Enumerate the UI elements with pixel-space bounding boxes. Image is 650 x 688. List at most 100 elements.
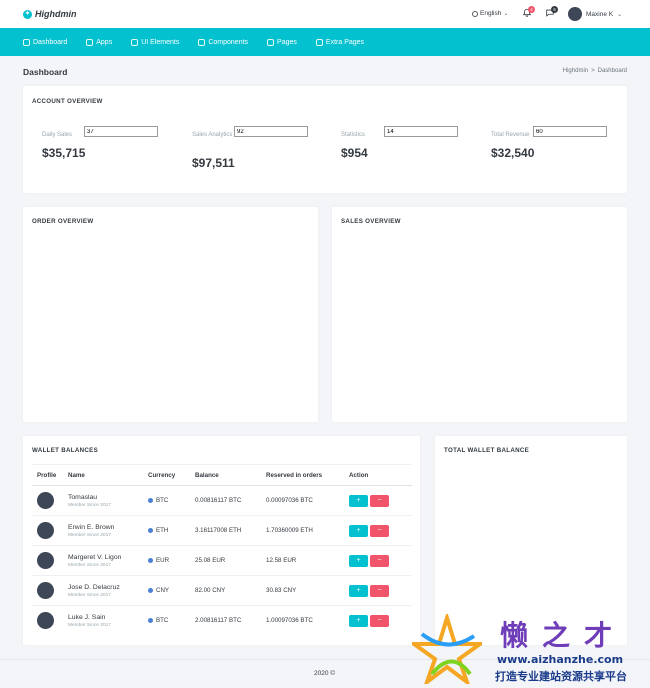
table-row: Tomaslau Member Since 2017 BTC 0.00816117…	[32, 485, 412, 516]
add-button[interactable]: +	[349, 524, 368, 537]
nav-item-dashboard[interactable]: Dashboard	[23, 38, 68, 46]
btc-icon	[148, 497, 153, 503]
stat-value: $954	[341, 146, 368, 160]
extra-pages-icon	[315, 38, 323, 46]
member-name: Luke J. Sain	[68, 613, 106, 621]
table-row: Jose D. Delacruz Member Since 2017 CNY 82…	[32, 575, 412, 606]
remove-button[interactable]: −	[370, 584, 389, 597]
nav-item-pages[interactable]: Pages	[267, 38, 297, 46]
column-header: Balance	[195, 464, 266, 486]
sales-overview-card: SALES OVERVIEW	[332, 207, 627, 422]
brand-logo[interactable]: ✦ Highdmin	[23, 9, 77, 19]
reserved-cell: 30.83 CNY	[266, 575, 349, 606]
balance-cell: 3.16117008 ETH	[195, 515, 266, 546]
column-header: Name	[68, 464, 148, 486]
eur-icon	[148, 557, 153, 563]
components-icon	[198, 38, 206, 46]
column-header: Reserved in orders	[266, 464, 349, 486]
remove-button[interactable]: −	[370, 614, 389, 627]
member-since: Member Since 2017	[68, 562, 111, 568]
main-nav: Dashboard Apps UI Elements Components Pa…	[0, 28, 650, 56]
currency-code: BTC	[156, 497, 169, 504]
add-button[interactable]: +	[349, 614, 368, 627]
currency-code: BTC	[156, 617, 169, 625]
member-name: Margeret V. Ligon	[68, 553, 122, 561]
nav-item-label: Apps	[96, 38, 113, 46]
stat-value: $32,540	[491, 146, 535, 160]
member-since: Member Since 2017	[68, 622, 111, 628]
watermark-title: 懒之才	[500, 619, 627, 652]
statistics-input[interactable]	[384, 126, 458, 137]
language-selector[interactable]: English ⌄	[472, 10, 508, 17]
wallet-table: Profile Name Currency Balance Reserved i…	[32, 464, 412, 636]
nav-item-label: Components	[208, 38, 249, 46]
notifications-badge: 4	[528, 6, 535, 13]
order-overview-card: ORDER OVERVIEW	[23, 207, 318, 422]
remove-button[interactable]: −	[370, 554, 389, 567]
balance-cell: 25.08 EUR	[195, 545, 266, 576]
ui-elements-icon	[131, 38, 139, 46]
reserved-cell: 1.00097036 BTC	[266, 617, 313, 625]
wallet-balances-card: WALLET BALANCES Profile Name Currency Ba…	[23, 436, 420, 645]
balance-cell: 82.00 CNY	[195, 575, 266, 606]
card-title: WALLET BALANCES	[32, 447, 99, 454]
stat-value: $97,511	[192, 156, 235, 170]
avatar	[37, 612, 54, 630]
account-overview-card: ACCOUNT OVERVIEW Daily Sales $35,715 Sal…	[23, 86, 627, 193]
footer-copyright: 2020 ©	[314, 670, 336, 677]
currency-code: CNY	[156, 587, 170, 594]
column-header: Action	[349, 464, 412, 486]
nav-item-extra-pages[interactable]: Extra Pages	[315, 38, 365, 46]
table-row: Erwin E. Brown Member Since 2017 ETH 3.16…	[32, 515, 412, 546]
nav-item-components[interactable]: Components	[198, 38, 249, 46]
messages-badge: 6	[551, 6, 558, 13]
remove-button[interactable]: −	[370, 494, 389, 507]
currency-code: ETH	[156, 527, 169, 534]
currency-code: EUR	[156, 557, 170, 564]
watermark-url: www.aizhanzhe.com	[497, 653, 624, 666]
pages-icon	[267, 38, 275, 46]
stat-label: Sales Analytics	[192, 132, 233, 138]
avatar	[37, 582, 54, 599]
page-title: Dashboard	[23, 67, 68, 77]
remove-button[interactable]: −	[370, 524, 389, 537]
breadcrumb-item: Dashboard	[597, 68, 627, 74]
nav-item-label: Extra Pages	[325, 38, 365, 46]
apps-icon	[86, 38, 94, 46]
breadcrumb-separator: >	[591, 68, 595, 74]
nav-item-apps[interactable]: Apps	[86, 38, 113, 46]
eth-icon	[148, 527, 153, 533]
daily-sales-input[interactable]	[84, 126, 158, 137]
language-label: English	[480, 10, 502, 17]
balance-cell: 0.00816117 BTC	[195, 485, 266, 516]
reserved-cell: 0.00097036 BTC	[266, 485, 349, 516]
stat-value: $35,715	[42, 146, 86, 160]
reserved-cell: 12.58 EUR	[266, 545, 349, 576]
avatar	[37, 522, 54, 539]
stat-label: Daily Sales	[42, 132, 73, 138]
nav-item-label: Dashboard	[33, 38, 68, 46]
user-avatar	[568, 7, 582, 21]
add-button[interactable]: +	[349, 554, 368, 567]
logo-icon: ✦	[23, 9, 32, 19]
card-title: TOTAL WALLET BALANCE	[444, 447, 530, 454]
table-header-row: Profile Name Currency Balance Reserved i…	[32, 464, 412, 486]
reserved-cell: 1.70360009 ETH	[266, 515, 349, 546]
user-menu[interactable]: Maxine K ⌄	[568, 7, 622, 21]
member-name: Jose D. Delacruz	[68, 583, 120, 591]
cny-icon	[148, 587, 153, 593]
member-since: Member Since 2017	[68, 532, 111, 538]
sales-analytics-input[interactable]	[234, 126, 308, 137]
breadcrumb-item[interactable]: Highdmin	[563, 68, 588, 74]
messages-button[interactable]: 6	[545, 6, 558, 20]
column-header: Currency	[148, 464, 195, 486]
balance-cell: 2.00816117 BTC	[195, 617, 242, 625]
add-button[interactable]: +	[349, 584, 368, 597]
notifications-button[interactable]: 4	[522, 6, 535, 20]
total-revenue-input[interactable]	[533, 126, 607, 137]
card-title: SALES OVERVIEW	[341, 218, 401, 225]
brand-name: Highdmin	[35, 9, 77, 19]
add-button[interactable]: +	[349, 494, 368, 507]
user-name: Maxine K	[586, 10, 614, 18]
nav-item-ui-elements[interactable]: UI Elements	[131, 38, 179, 46]
